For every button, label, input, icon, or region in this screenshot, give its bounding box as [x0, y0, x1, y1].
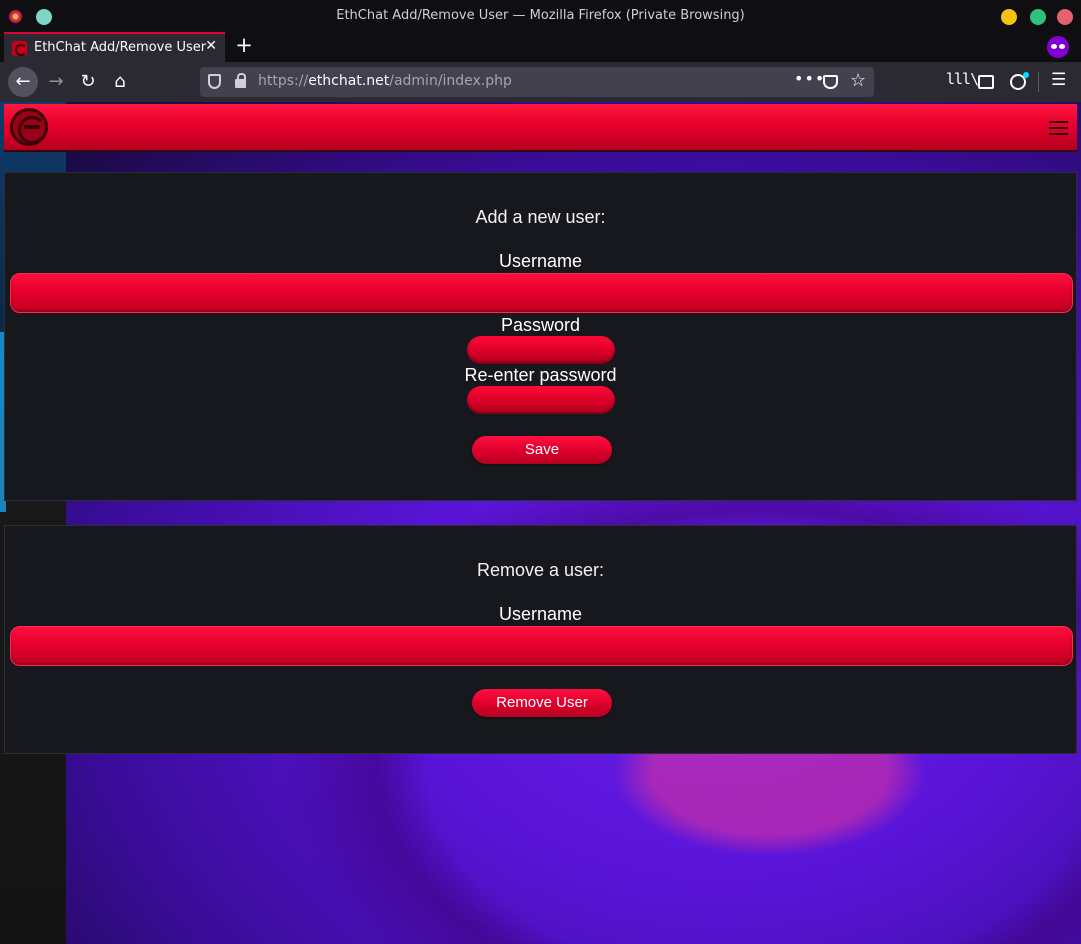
add-username-input[interactable] [10, 273, 1073, 313]
home-button[interactable]: ⌂ [105, 67, 135, 97]
site-header [4, 104, 1077, 152]
forward-button[interactable]: → [41, 67, 71, 97]
url-host: ethchat.net [308, 73, 390, 89]
hamburger-menu-icon[interactable] [1049, 121, 1068, 135]
pocket-icon[interactable] [823, 75, 838, 89]
url-path: /admin/index.php [389, 73, 512, 89]
save-button[interactable]: Save [472, 436, 612, 464]
add-user-card: Add a new user: Username Password Re-ent… [4, 172, 1077, 501]
lock-icon[interactable] [235, 73, 246, 88]
account-badge [1023, 72, 1029, 78]
password-label: Password [500, 315, 581, 335]
navigation-toolbar: ← → ↻ ⌂ https://ethchat.net/admin/index.… [0, 62, 1081, 102]
back-button[interactable]: ← [8, 67, 38, 97]
page-viewport: Add a new user: Username Password Re-ent… [0, 102, 1081, 944]
close-window-button[interactable] [1057, 9, 1073, 25]
minimize-button[interactable] [1001, 9, 1017, 25]
bookmark-star-icon[interactable]: ☆ [850, 70, 866, 91]
app-menu-icon[interactable]: ☰ [1051, 70, 1066, 90]
ethchat-logo-icon[interactable] [10, 108, 48, 146]
window-title: EthChat Add/Remove User — Mozilla Firefo… [336, 8, 745, 23]
remove-username-input[interactable] [10, 626, 1073, 666]
reenter-password-input[interactable] [467, 386, 615, 414]
toolbar-divider [1038, 72, 1039, 92]
remove-user-button[interactable]: Remove User [472, 689, 612, 717]
tab-strip: EthChat Add/Remove User ✕ + [0, 32, 1081, 62]
library-icon[interactable]: lll\ [946, 70, 979, 88]
tracking-protection-shield-icon[interactable] [208, 74, 221, 89]
ethchat-favicon-icon [12, 41, 27, 56]
add-user-heading: Add a new user: [475, 207, 606, 227]
tab-label: EthChat Add/Remove User [34, 40, 207, 55]
reload-button[interactable]: ↻ [73, 67, 103, 97]
url-bar[interactable]: https://ethchat.net/admin/index.php ••• … [200, 67, 874, 97]
page-actions-more-icon[interactable]: ••• [794, 69, 825, 88]
private-browsing-mask-icon [1047, 36, 1069, 58]
window-titlebar: EthChat Add/Remove User — Mozilla Firefo… [0, 0, 1081, 32]
reenter-password-label: Re-enter password [464, 365, 617, 385]
sidebar-icon[interactable] [978, 75, 994, 89]
url-text[interactable]: https://ethchat.net/admin/index.php [258, 73, 512, 89]
close-icon[interactable]: ✕ [205, 38, 217, 54]
tab-ethchat[interactable]: EthChat Add/Remove User ✕ [4, 32, 225, 62]
remove-user-heading: Remove a user: [476, 560, 605, 580]
remove-user-card: Remove a user: Username Remove User [4, 525, 1077, 754]
remove-username-label: Username [498, 604, 583, 624]
new-tab-button[interactable]: + [234, 33, 254, 57]
username-label: Username [498, 251, 583, 271]
password-input[interactable] [467, 336, 615, 364]
url-prefix: https:// [258, 73, 309, 89]
maximize-button[interactable] [1030, 9, 1046, 25]
